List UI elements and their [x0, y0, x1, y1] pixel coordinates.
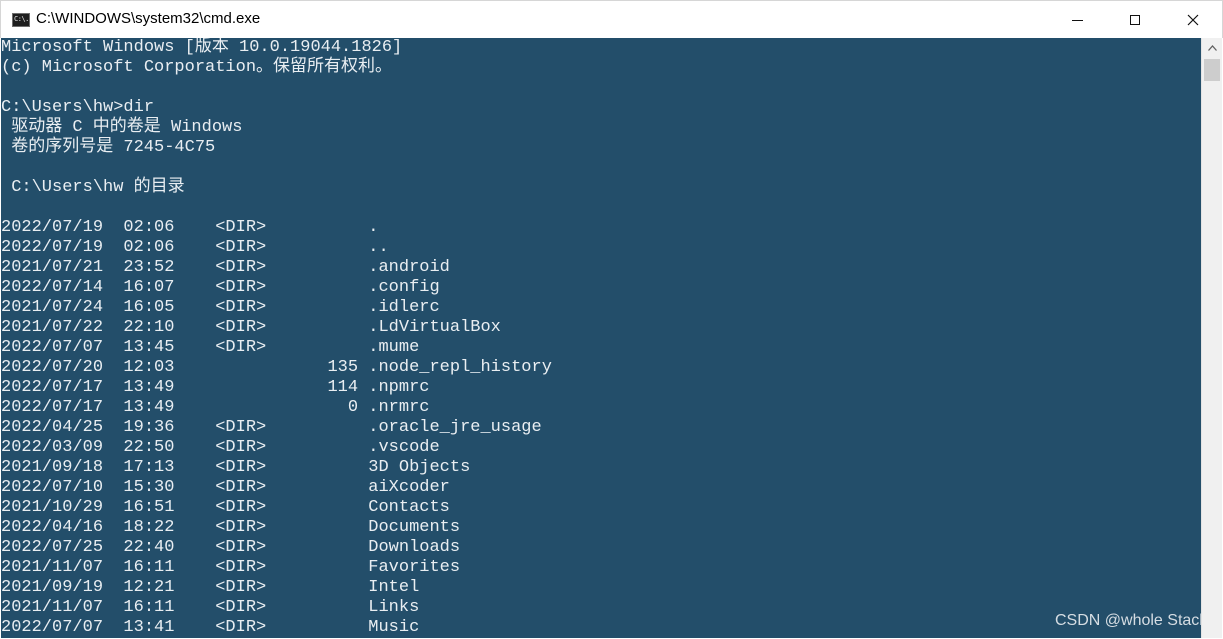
- minimize-icon: [1071, 19, 1083, 21]
- watermark: CSDN @whole Stack: [1055, 612, 1208, 629]
- console-line: 2022/07/17 13:49 114 .npmrc: [1, 378, 430, 397]
- console-line: 2021/09/19 12:21 <DIR> Intel: [1, 578, 420, 597]
- console-line: (c) Microsoft Corporation。保留所有权利。: [1, 58, 393, 77]
- console-line: 2022/04/25 19:36 <DIR> .oracle_jre_usage: [1, 418, 542, 437]
- console-line: 2021/07/21 23:52 <DIR> .android: [1, 258, 450, 277]
- console-line: 2021/07/24 16:05 <DIR> .idlerc: [1, 298, 440, 317]
- console-line: 2022/07/10 15:30 <DIR> aiXcoder: [1, 478, 450, 497]
- console-lines: Microsoft Windows [版本 10.0.19044.1826] (c…: [1, 38, 552, 638]
- console-line: 2021/09/18 17:13 <DIR> 3D Objects: [1, 458, 471, 477]
- console-line: 2021/11/07 16:11 <DIR> Links: [1, 598, 420, 617]
- console-line: 2021/11/07 16:11 <DIR> Favorites: [1, 558, 461, 577]
- scrollbar-thumb[interactable]: [1204, 59, 1220, 81]
- console-line: 2022/07/25 22:40 <DIR> Downloads: [1, 538, 461, 557]
- console-line: 2022/04/16 18:22 <DIR> Documents: [1, 518, 461, 537]
- cmd-icon[interactable]: C:\.: [12, 13, 30, 27]
- console-line: 卷的序列号是 7245-4C75: [1, 138, 216, 157]
- cmd-icon-glyph: C:\.: [14, 15, 29, 23]
- vertical-scrollbar[interactable]: [1201, 38, 1222, 638]
- maximize-button[interactable]: [1106, 1, 1164, 38]
- console-line: C:\Users\hw>dir: [1, 98, 155, 117]
- console-line: 2022/03/09 22:50 <DIR> .vscode: [1, 438, 440, 457]
- console-line: 2022/07/07 13:41 <DIR> Music: [1, 618, 420, 637]
- title-bar[interactable]: C:\. C:\WINDOWS\system32\cmd.exe: [0, 0, 1223, 38]
- scroll-up-button[interactable]: [1202, 38, 1222, 58]
- console-output[interactable]: Microsoft Windows [版本 10.0.19044.1826] (c…: [1, 38, 1201, 638]
- window-title: C:\WINDOWS\system32\cmd.exe: [36, 10, 261, 27]
- minimize-button[interactable]: [1048, 1, 1106, 38]
- console-line: 2022/07/17 13:49 0 .nrmrc: [1, 398, 430, 417]
- console-line: Microsoft Windows [版本 10.0.19044.1826]: [1, 38, 403, 57]
- console-line: 2021/10/29 16:51 <DIR> Contacts: [1, 498, 450, 517]
- console-line: 2022/07/14 16:07 <DIR> .config: [1, 278, 440, 297]
- close-icon: [1187, 14, 1199, 25]
- maximize-icon: [1130, 14, 1140, 25]
- console-line: 2021/07/22 22:10 <DIR> .LdVirtualBox: [1, 318, 501, 337]
- console-line: 驱动器 C 中的卷是 Windows: [1, 118, 243, 137]
- console-line: C:\Users\hw 的目录: [1, 178, 185, 197]
- console-line: 2022/07/20 12:03 135 .node_repl_history: [1, 358, 552, 377]
- console-line: 2022/07/07 13:45 <DIR> .mume: [1, 338, 420, 357]
- console-line: 2022/07/19 02:06 <DIR> ..: [1, 238, 389, 257]
- chevron-up-icon: [1207, 45, 1217, 51]
- close-button[interactable]: [1164, 1, 1222, 38]
- console-line: 2022/07/19 02:06 <DIR> .: [1, 218, 379, 237]
